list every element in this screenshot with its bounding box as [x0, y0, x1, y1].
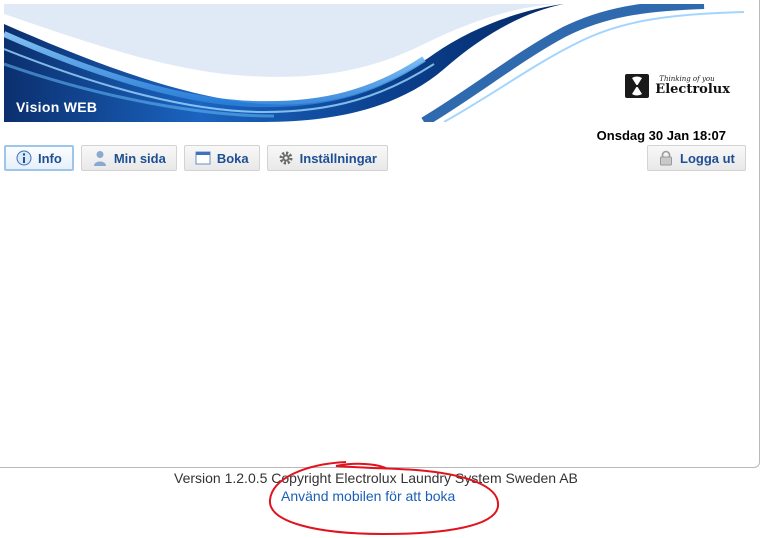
nav-settings-label: Inställningar: [299, 150, 377, 166]
main-frame: Vision WEB Thinking of you Electrolux On…: [0, 0, 760, 468]
person-icon: [92, 150, 108, 166]
app-title: Vision WEB: [16, 99, 98, 115]
nav-book-label: Boka: [216, 150, 249, 166]
nav-my-page-button[interactable]: Min sida: [80, 145, 177, 171]
logout-button[interactable]: Logga ut: [647, 145, 746, 171]
calendar-icon: [195, 150, 211, 166]
banner-wave-graphic: [4, 4, 744, 122]
lock-icon: [658, 150, 674, 166]
nav-book-button[interactable]: Boka: [183, 145, 260, 171]
logout-label: Logga ut: [680, 150, 735, 166]
header-banner: Vision WEB Thinking of you Electrolux: [4, 4, 744, 122]
version-copyright-text: Version 1.2.0.5 Copyright Electrolux Lau…: [174, 470, 578, 486]
nav-info-button[interactable]: Info: [4, 145, 74, 171]
nav-settings-button[interactable]: Inställningar: [266, 145, 388, 171]
electrolux-logo-icon: [625, 74, 650, 98]
use-mobile-link[interactable]: Använd mobilen för att boka: [281, 488, 455, 504]
gear-icon: [278, 150, 294, 166]
main-nav: Info Min sida Boka Inställningar: [4, 145, 388, 171]
logo-wordmark: Electrolux: [655, 82, 730, 97]
info-icon: [16, 150, 32, 166]
nav-info-label: Info: [38, 150, 62, 166]
electrolux-logo: Thinking of you Electrolux: [625, 74, 730, 98]
nav-my-page-label: Min sida: [113, 150, 166, 166]
current-datetime: Onsdag 30 Jan 18:07: [596, 128, 726, 143]
